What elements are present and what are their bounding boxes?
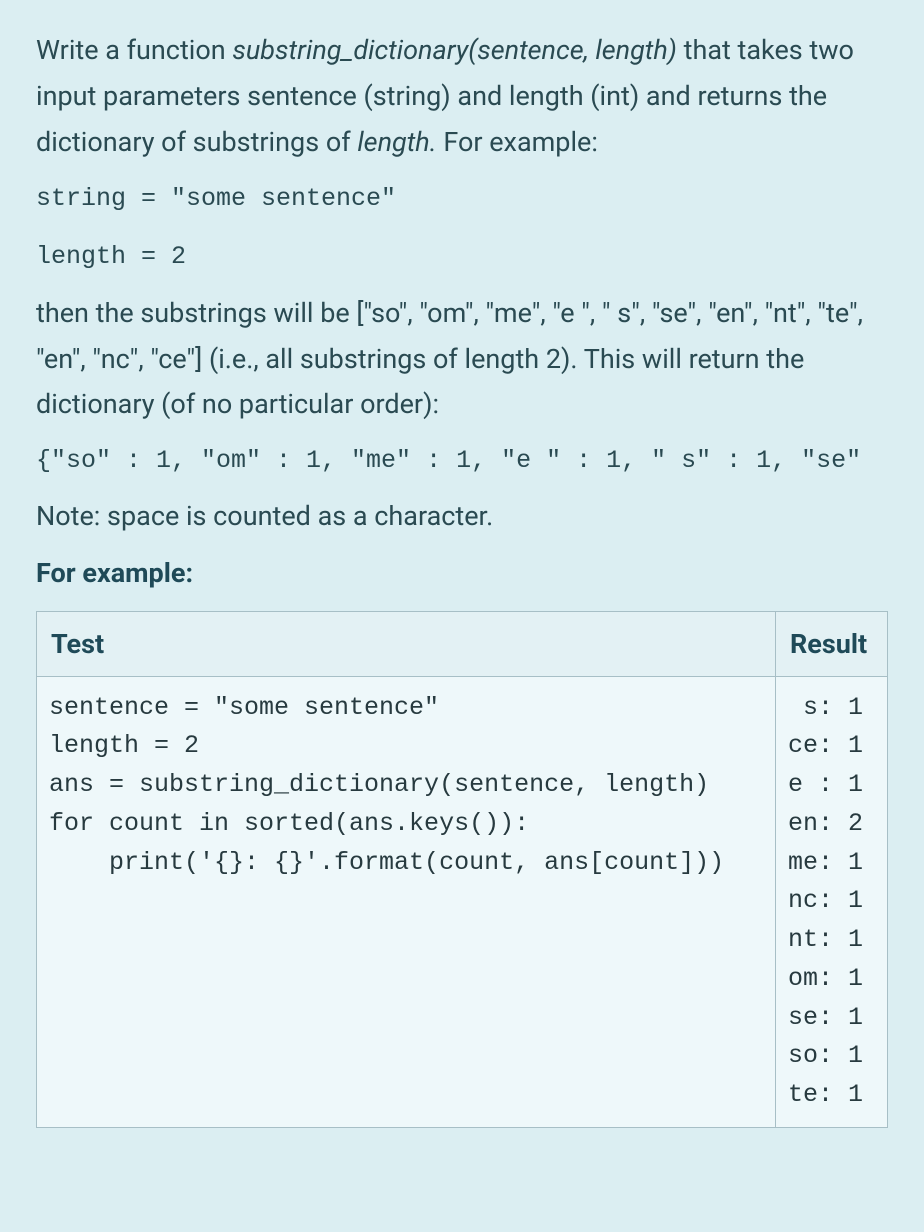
length-emphasis: length. — [357, 126, 436, 158]
example-table: Test Result sentence = "some sentence" l… — [36, 611, 888, 1128]
intro-text-1: Write a function — [36, 34, 232, 66]
table-header-row: Test Result — [37, 611, 888, 676]
header-result: Result — [775, 611, 887, 676]
result-cell: s: 1 ce: 1 e : 1 en: 2 me: 1 nc: 1 nt: 1… — [775, 676, 887, 1127]
question-body: Write a function substring_dictionary(se… — [0, 0, 924, 1164]
intro-paragraph: Write a function substring_dictionary(se… — [36, 28, 888, 166]
test-code-cell: sentence = "some sentence" length = 2 an… — [37, 676, 776, 1127]
example-output-code: {"so" : 1, "om" : 1, "me" : 1, "e " : 1,… — [36, 446, 888, 475]
for-example-label: For example: — [36, 557, 888, 589]
note-paragraph: Note: space is counted as a character. — [36, 495, 888, 538]
table-row: sentence = "some sentence" length = 2 an… — [37, 676, 888, 1127]
intro-text-3: For example: — [437, 126, 598, 158]
example-input-code: string = "some sentence" length = 2 — [36, 184, 888, 271]
substrings-paragraph: then the substrings will be ["so", "om",… — [36, 291, 888, 429]
header-test: Test — [37, 611, 776, 676]
function-signature: substring_dictionary(sentence, length) — [232, 34, 677, 66]
